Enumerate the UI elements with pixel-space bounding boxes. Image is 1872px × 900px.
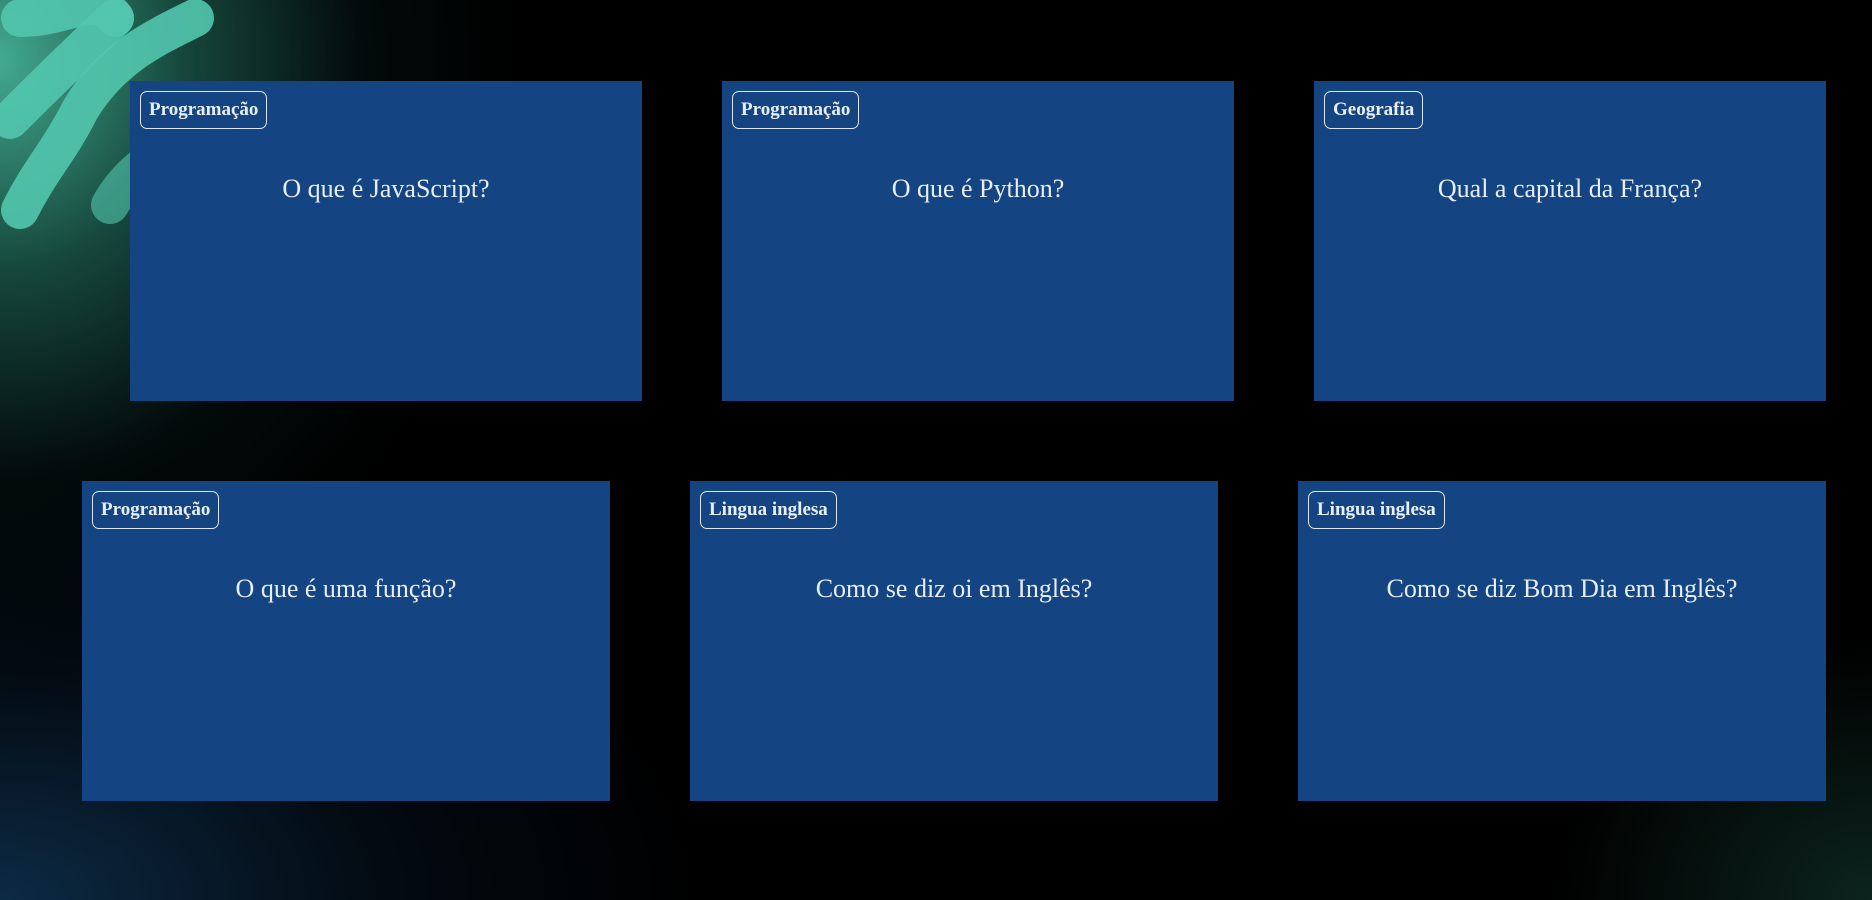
question-text: O que é uma função? (235, 574, 457, 603)
flashcard[interactable]: Programação O que é JavaScript? (130, 81, 642, 401)
flashcard[interactable]: Programação O que é Python? (722, 81, 1234, 401)
question-text: Como se diz oi em Inglês? (815, 574, 1093, 603)
category-tag[interactable]: Lingua inglesa (700, 491, 837, 529)
flashcard[interactable]: Lingua inglesa Como se diz oi em Inglês? (690, 481, 1218, 801)
category-tag[interactable]: Geografia (1324, 91, 1424, 129)
category-tag[interactable]: Programação (732, 91, 860, 129)
category-tag[interactable]: Programação (140, 91, 268, 129)
question-text: O que é Python? (891, 174, 1065, 203)
question-text: Como se diz Bom Dia em Inglês? (1386, 574, 1738, 603)
question-text: O que é JavaScript? (282, 174, 490, 203)
category-tag[interactable]: Lingua inglesa (1308, 491, 1445, 529)
question-text: Qual a capital da França? (1437, 174, 1703, 203)
flashcard[interactable]: Lingua inglesa Como se diz Bom Dia em In… (1298, 481, 1826, 801)
category-tag[interactable]: Programação (92, 491, 220, 529)
flashcard[interactable]: Programação O que é uma função? (82, 481, 610, 801)
flashcard[interactable]: Geografia Qual a capital da França? (1314, 81, 1826, 401)
